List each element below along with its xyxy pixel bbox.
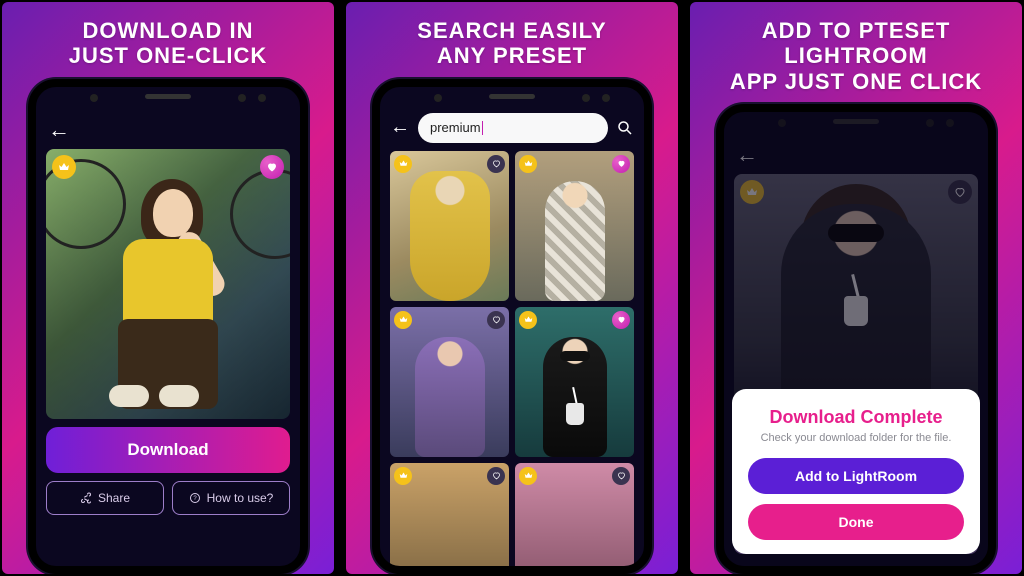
favorite-heart-icon[interactable] bbox=[612, 311, 630, 329]
preset-preview-image bbox=[46, 149, 290, 419]
favorite-heart-icon[interactable] bbox=[612, 467, 630, 485]
share-icon bbox=[80, 492, 92, 504]
share-button[interactable]: Share bbox=[46, 481, 164, 515]
premium-crown-icon bbox=[394, 155, 412, 173]
phone-mockup: ← Download Share bbox=[28, 79, 308, 574]
preset-tile[interactable] bbox=[390, 307, 509, 457]
phone-mockup: ← premium bbox=[372, 79, 652, 574]
premium-crown-icon bbox=[394, 467, 412, 485]
modal-title: Download Complete bbox=[748, 407, 964, 428]
phone-mockup: ← Download Share ? How to use? bbox=[716, 104, 996, 574]
panel-title: ADD TO PTESET LIGHTROOM APP JUST ONE CLI… bbox=[690, 18, 1022, 94]
modal-overlay: Download Complete Check your download fo… bbox=[724, 112, 988, 566]
premium-crown-icon bbox=[394, 311, 412, 329]
favorite-heart-icon[interactable] bbox=[487, 311, 505, 329]
preset-tile[interactable] bbox=[515, 307, 634, 457]
add-to-lightroom-button[interactable]: Add to LightRoom bbox=[748, 458, 964, 494]
favorite-heart-icon[interactable] bbox=[487, 467, 505, 485]
favorite-heart-icon[interactable] bbox=[487, 155, 505, 173]
back-arrow-icon[interactable]: ← bbox=[48, 117, 290, 143]
promo-panel-1: DOWNLOAD IN JUST ONE-CLICK ← Download bbox=[2, 2, 334, 574]
svg-text:?: ? bbox=[193, 496, 197, 502]
search-input[interactable]: premium bbox=[418, 113, 608, 143]
preset-tile[interactable] bbox=[515, 463, 634, 574]
how-to-use-button[interactable]: ? How to use? bbox=[172, 481, 290, 515]
help-icon: ? bbox=[189, 492, 201, 504]
premium-crown-icon bbox=[519, 155, 537, 173]
download-complete-modal: Download Complete Check your download fo… bbox=[732, 389, 980, 554]
favorite-heart-icon[interactable] bbox=[260, 155, 284, 179]
text-cursor bbox=[482, 121, 484, 135]
done-button[interactable]: Done bbox=[748, 504, 964, 540]
favorite-heart-icon[interactable] bbox=[612, 155, 630, 173]
search-icon[interactable] bbox=[616, 119, 634, 137]
modal-subtitle: Check your download folder for the file. bbox=[748, 432, 964, 444]
preset-tile[interactable] bbox=[390, 151, 509, 301]
premium-crown-icon bbox=[52, 155, 76, 179]
premium-crown-icon bbox=[519, 467, 537, 485]
panel-title: SEARCH EASILY ANY PRESET bbox=[417, 18, 606, 69]
panel-title: DOWNLOAD IN JUST ONE-CLICK bbox=[69, 18, 268, 69]
download-button[interactable]: Download bbox=[46, 427, 290, 473]
back-arrow-icon[interactable]: ← bbox=[390, 116, 410, 139]
preset-tile[interactable] bbox=[390, 463, 509, 574]
preset-tile[interactable] bbox=[515, 151, 634, 301]
premium-crown-icon bbox=[519, 311, 537, 329]
preset-grid bbox=[390, 151, 634, 574]
promo-panel-2: SEARCH EASILY ANY PRESET ← premium bbox=[346, 2, 678, 574]
promo-panel-3: ADD TO PTESET LIGHTROOM APP JUST ONE CLI… bbox=[690, 2, 1022, 574]
